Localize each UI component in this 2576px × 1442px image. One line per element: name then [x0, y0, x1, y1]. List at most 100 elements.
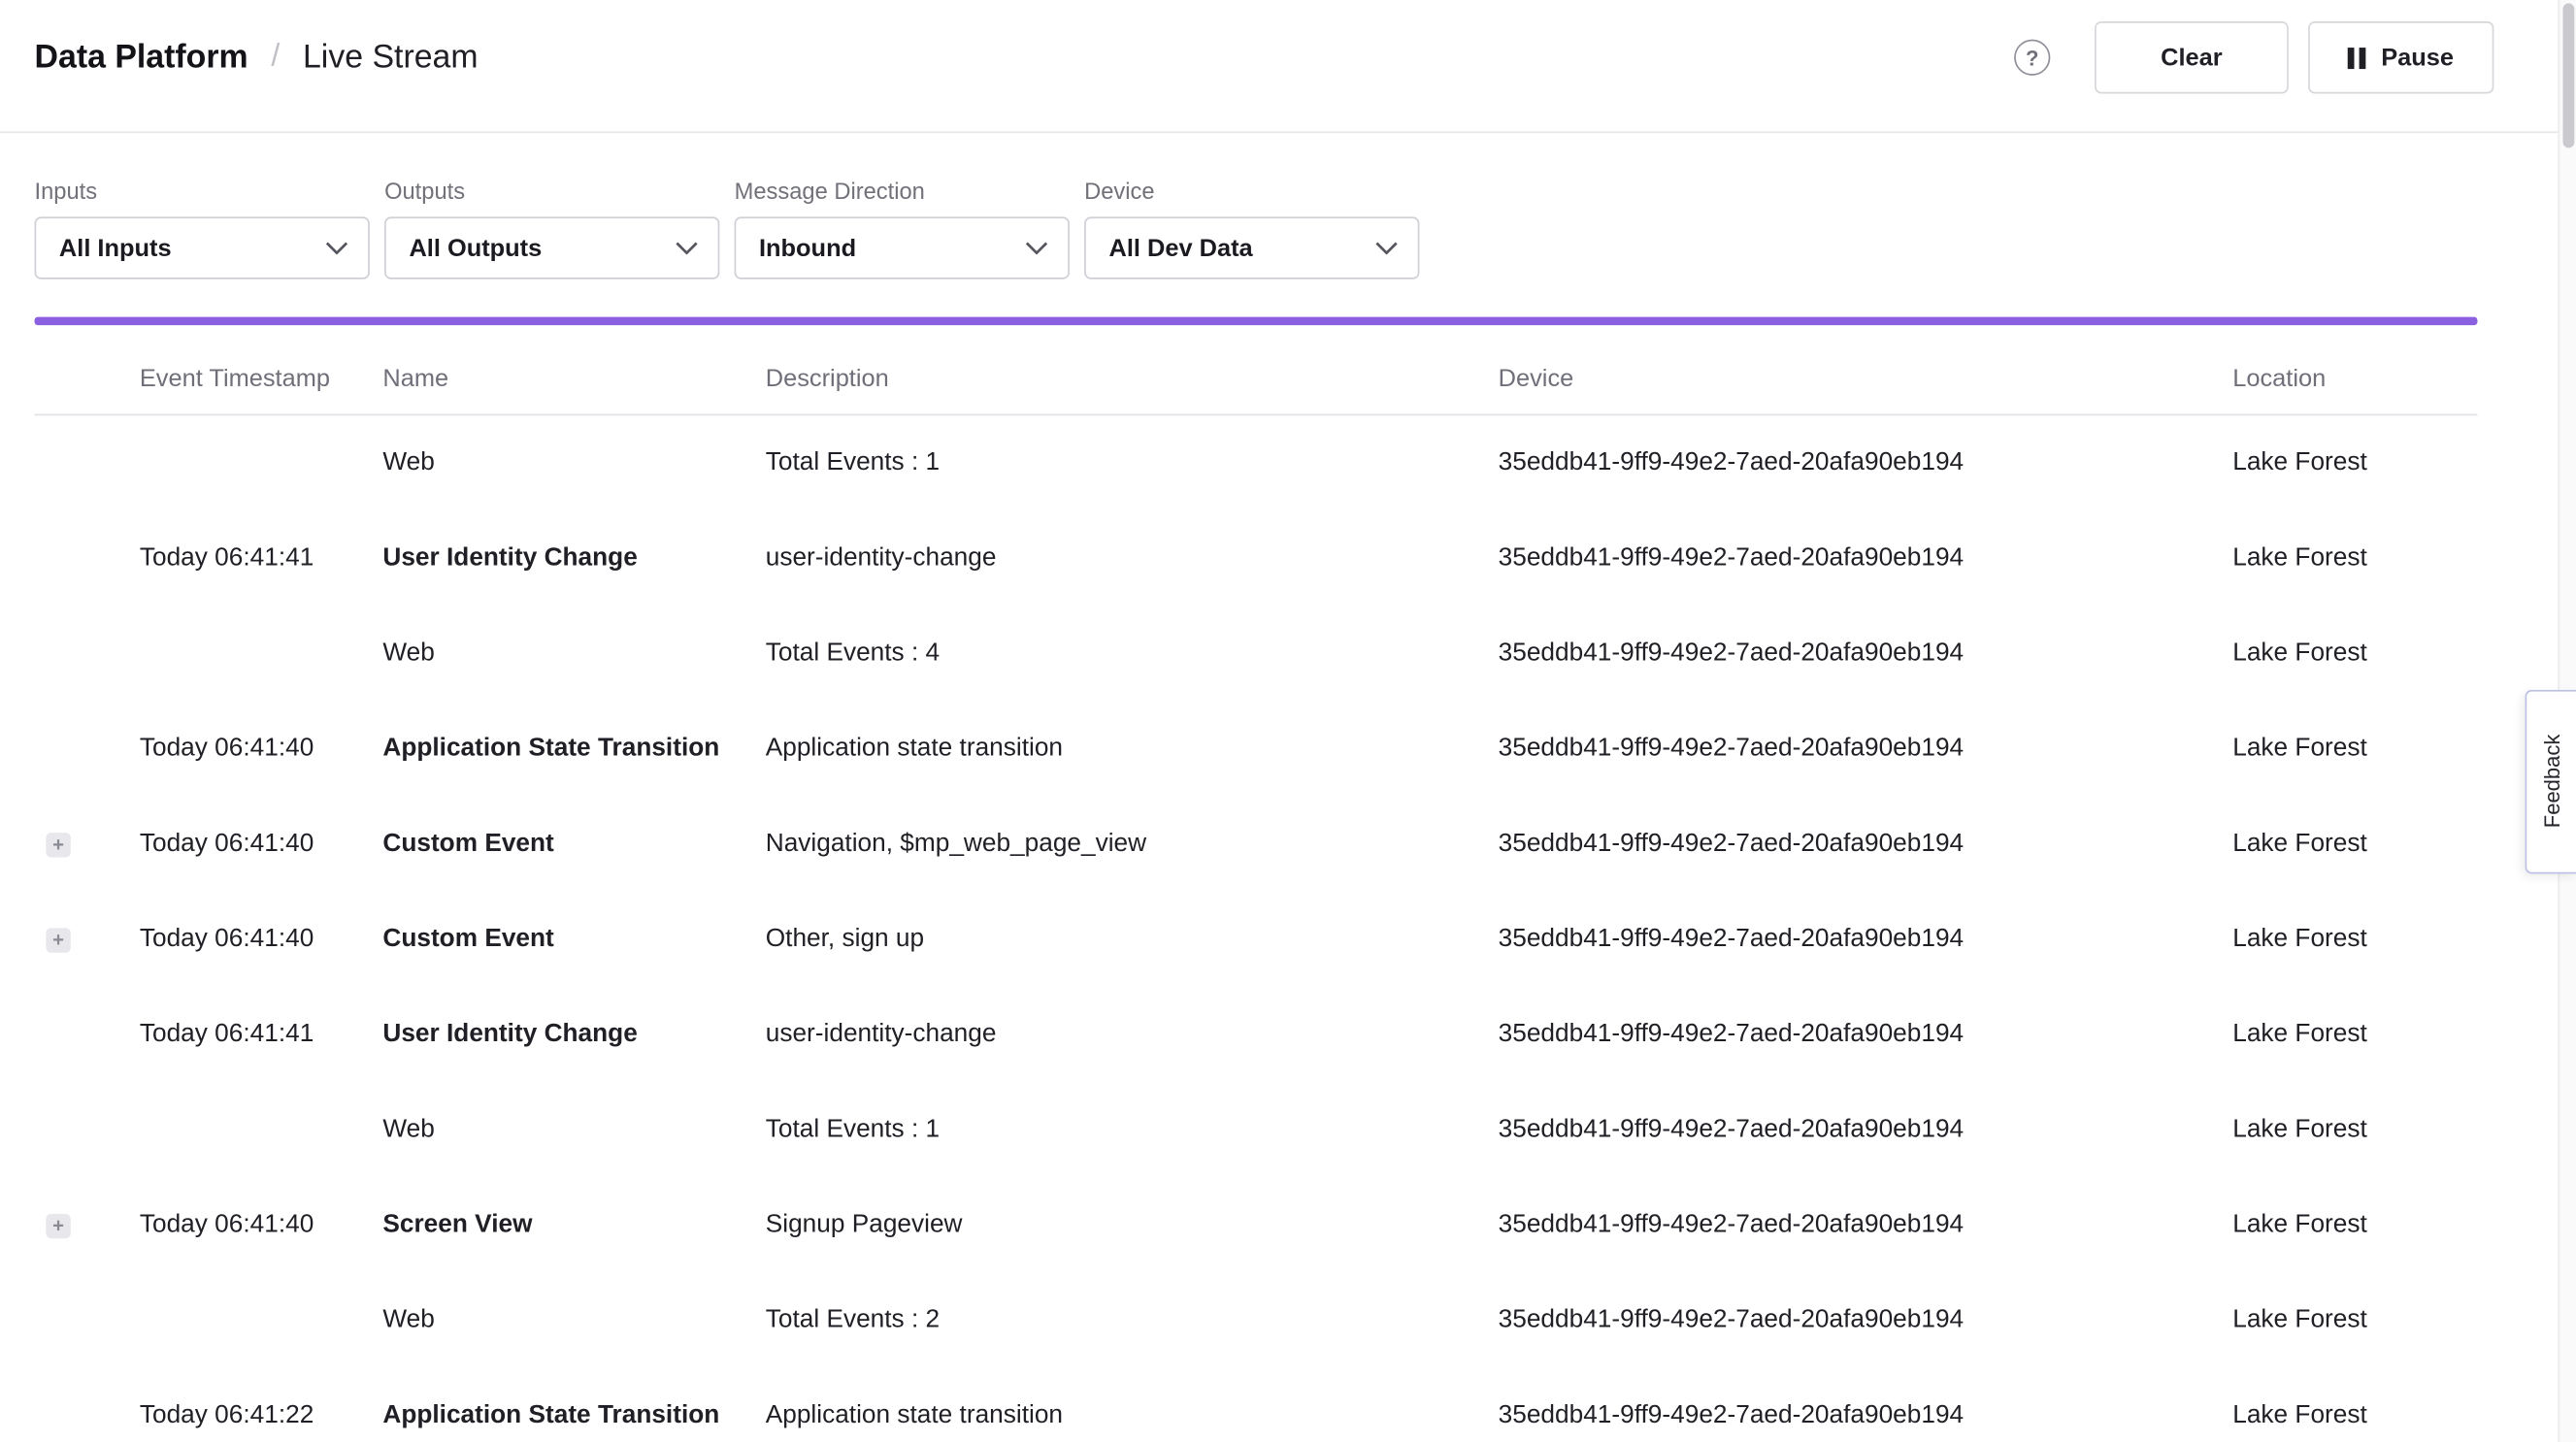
inputs-filter-select[interactable]: All Inputs	[35, 216, 370, 279]
inputs-filter-group: Inputs All Inputs	[35, 178, 370, 279]
stream-activity-bar	[35, 317, 2478, 325]
outputs-filter-value: All Outputs	[409, 234, 542, 262]
live-stream-page: Data Platform / Live Stream ? Clear Paus…	[0, 0, 2576, 1442]
cell-location: Lake Forest	[2232, 1306, 2477, 1335]
cell-location: Lake Forest	[2232, 925, 2477, 954]
scrollbar-thumb[interactable]	[2562, 3, 2574, 147]
cell-device: 35eddb41-9ff9-49e2-7aed-20afa90eb194	[1499, 735, 2233, 764]
pause-icon	[2348, 47, 2366, 68]
cell-description: Total Events : 2	[766, 1306, 1499, 1335]
chevron-down-icon	[325, 242, 348, 255]
table-header-row: Event Timestamp Name Description Device …	[35, 325, 2478, 415]
outputs-filter-label: Outputs	[384, 178, 719, 204]
chevron-down-icon	[1375, 242, 1399, 255]
expand-plus-icon[interactable]: +	[46, 927, 70, 951]
device-filter-value: All Dev Data	[1109, 234, 1253, 262]
cell-description: Application state transition	[766, 1401, 1499, 1430]
breadcrumb-separator: /	[271, 40, 280, 76]
events-table: Event Timestamp Name Description Device …	[35, 325, 2478, 1442]
table-row[interactable]: WebTotal Events : 135eddb41-9ff9-49e2-7a…	[35, 1082, 2478, 1177]
expand-plus-icon[interactable]: +	[46, 832, 70, 856]
cell-name: User Identity Change	[382, 1020, 765, 1049]
cell-description: user-identity-change	[766, 543, 1499, 573]
pause-button[interactable]: Pause	[2308, 21, 2493, 93]
cell-name: User Identity Change	[382, 543, 765, 573]
message-direction-filter-value: Inbound	[759, 234, 856, 262]
cell-description: Navigation, $mp_web_page_view	[766, 830, 1499, 859]
cell-timestamp: Today 06:41:41	[140, 1020, 383, 1049]
cell-description: user-identity-change	[766, 1020, 1499, 1049]
cell-description: Other, sign up	[766, 925, 1499, 954]
breadcrumb-data-platform[interactable]: Data Platform	[35, 39, 248, 77]
cell-device: 35eddb41-9ff9-49e2-7aed-20afa90eb194	[1499, 543, 2233, 573]
device-filter-group: Device All Dev Data	[1084, 178, 1419, 279]
col-event-timestamp: Event Timestamp	[140, 365, 383, 393]
cell-name: Custom Event	[382, 925, 765, 954]
message-direction-filter-select[interactable]: Inbound	[735, 216, 1070, 279]
table-row[interactable]: Today 06:41:40Application State Transiti…	[35, 702, 2478, 797]
cell-description: Total Events : 1	[766, 448, 1499, 477]
cell-description: Application state transition	[766, 735, 1499, 764]
cell-location: Lake Forest	[2232, 1210, 2477, 1239]
cell-device: 35eddb41-9ff9-49e2-7aed-20afa90eb194	[1499, 1401, 2233, 1430]
cell-device: 35eddb41-9ff9-49e2-7aed-20afa90eb194	[1499, 830, 2233, 859]
feedback-tab[interactable]: Feedback	[2526, 690, 2576, 874]
chevron-down-icon	[676, 242, 699, 255]
cell-name: Screen View	[382, 1210, 765, 1239]
device-filter-select[interactable]: All Dev Data	[1084, 216, 1419, 279]
table-row[interactable]: + Today 06:41:40Custom EventOther, sign u…	[35, 892, 2478, 987]
table-row[interactable]: + Today 06:41:40Screen ViewSignup Pagevie…	[35, 1178, 2478, 1273]
table-row[interactable]: WebTotal Events : 435eddb41-9ff9-49e2-7a…	[35, 606, 2478, 702]
cell-device: 35eddb41-9ff9-49e2-7aed-20afa90eb194	[1499, 1306, 2233, 1335]
outputs-filter-group: Outputs All Outputs	[384, 178, 719, 279]
cell-name: Web	[382, 448, 765, 477]
cell-name: Web	[382, 1306, 765, 1335]
cell-timestamp: Today 06:41:41	[140, 543, 383, 573]
cell-description: Total Events : 1	[766, 1115, 1499, 1144]
top-bar: Data Platform / Live Stream ? Clear Paus…	[0, 0, 2576, 133]
pause-button-label: Pause	[2381, 44, 2454, 72]
cell-description: Signup Pageview	[766, 1210, 1499, 1239]
table-row[interactable]: WebTotal Events : 135eddb41-9ff9-49e2-7a…	[35, 415, 2478, 510]
cell-location: Lake Forest	[2232, 1115, 2477, 1144]
cell-location: Lake Forest	[2232, 1020, 2477, 1049]
table-row[interactable]: Today 06:41:41User Identity Changeuser-i…	[35, 510, 2478, 606]
breadcrumb: Data Platform / Live Stream	[35, 39, 479, 77]
cell-device: 35eddb41-9ff9-49e2-7aed-20afa90eb194	[1499, 1210, 2233, 1239]
table-row[interactable]: Today 06:41:22Application State Transiti…	[35, 1368, 2478, 1442]
cell-device: 35eddb41-9ff9-49e2-7aed-20afa90eb194	[1499, 1115, 2233, 1144]
clear-button[interactable]: Clear	[2095, 21, 2289, 93]
col-device: Device	[1499, 365, 2233, 393]
chevron-down-icon	[1025, 242, 1048, 255]
expand-plus-icon[interactable]: +	[46, 1213, 70, 1237]
expand-cell: +	[35, 832, 140, 856]
help-icon[interactable]: ?	[2014, 40, 2050, 76]
table-row[interactable]: Today 06:41:41User Identity Changeuser-i…	[35, 987, 2478, 1082]
cell-name: Web	[382, 1115, 765, 1144]
cell-timestamp: Today 06:41:40	[140, 830, 383, 859]
cell-location: Lake Forest	[2232, 543, 2477, 573]
cell-timestamp: Today 06:41:40	[140, 925, 383, 954]
device-filter-label: Device	[1084, 178, 1419, 204]
message-direction-filter-label: Message Direction	[735, 178, 1070, 204]
event-rows: WebTotal Events : 135eddb41-9ff9-49e2-7a…	[35, 415, 2478, 1442]
cell-location: Lake Forest	[2232, 735, 2477, 764]
inputs-filter-label: Inputs	[35, 178, 370, 204]
top-actions: ? Clear Pause	[2014, 21, 2493, 93]
table-row[interactable]: +Today 06:41:40Custom EventNavigation, $…	[35, 797, 2478, 892]
expand-cell: +	[35, 927, 140, 951]
table-row[interactable]: WebTotal Events : 235eddb41-9ff9-49e2-7a…	[35, 1273, 2478, 1368]
message-direction-filter-group: Message Direction Inbound	[735, 178, 1070, 279]
col-location: Location	[2232, 365, 2477, 393]
breadcrumb-live-stream: Live Stream	[303, 39, 479, 77]
outputs-filter-select[interactable]: All Outputs	[384, 216, 719, 279]
expand-cell: +	[35, 1213, 140, 1237]
inputs-filter-value: All Inputs	[59, 234, 172, 262]
cell-device: 35eddb41-9ff9-49e2-7aed-20afa90eb194	[1499, 1020, 2233, 1049]
cell-location: Lake Forest	[2232, 639, 2477, 668]
cell-device: 35eddb41-9ff9-49e2-7aed-20afa90eb194	[1499, 639, 2233, 668]
cell-timestamp: Today 06:41:40	[140, 1210, 383, 1239]
cell-description: Total Events : 4	[766, 639, 1499, 668]
cell-device: 35eddb41-9ff9-49e2-7aed-20afa90eb194	[1499, 448, 2233, 477]
cell-timestamp: Today 06:41:40	[140, 735, 383, 764]
